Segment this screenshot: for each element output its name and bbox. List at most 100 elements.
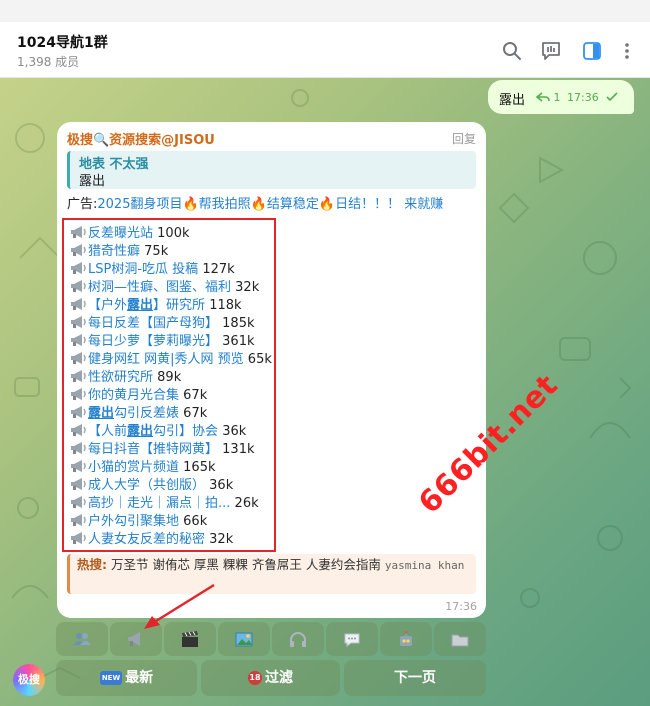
megaphone-icon [71,460,86,472]
megaphone-icon [71,298,86,310]
annotation-arrow-icon [144,583,215,629]
latest-label: 最新 [125,670,154,686]
sender-name[interactable]: 极搜🔍资源搜索@JISOU [67,129,215,148]
outgoing-message[interactable]: 露出 1 17:36 [488,80,634,114]
more-vertical-icon[interactable] [616,40,638,62]
megaphone-icon [71,478,86,490]
keyboard-button-headphones[interactable] [272,622,324,656]
megaphone-icon [71,352,86,364]
hot-terms[interactable]: 万圣节 谢侑芯 厚黑 粿粿 齐鲁屌王 人妻约会指南 [111,557,381,572]
member-count: 1,398 成员 [17,55,80,69]
next-page-button[interactable]: 下一页 [344,660,486,696]
result-item[interactable]: 性欲研究所 89k [70,369,181,387]
reply-quote[interactable]: 地表 不太强 露出 [67,151,476,189]
result-count: 127k [202,262,235,277]
ad-line: 广告:2025翻身项目🔥帮我拍照🔥结算稳定🔥日结！！！ 来就赚 [67,193,443,212]
result-count: 100k [157,226,190,241]
result-item[interactable]: 高抄｜走光｜漏点｜拍... 26k [70,495,259,513]
result-item[interactable]: 【人前露出勾引】协会 36k [70,423,246,441]
read-check-icon [606,92,618,102]
megaphone-icon [71,262,86,274]
result-item[interactable]: 健身网红 网黄|秀人网 预览 65k [70,351,272,369]
chat-header: 1024导航1群 1,398 成员 [0,0,650,78]
result-item[interactable]: 成人大学（共创版） 36k [70,477,233,495]
result-name: 性欲研究所 [88,370,154,385]
result-item[interactable]: 小猫的赏片频道 165k [70,459,216,477]
result-item[interactable]: 露出勾引反差婊 67k [70,405,207,423]
result-item[interactable]: 反差曝光站 100k [70,225,190,243]
result-item[interactable]: 树洞—性癖、图鉴、福利 32k [70,279,259,297]
filter-label: 过滤 [265,670,293,686]
ad-link-4[interactable]: 日结！！！ 来就赚 [335,197,443,212]
result-keyword: 露出 [127,298,154,313]
result-name: 每日抖音【推特网黄】 [88,442,219,457]
result-name: 勾引反差婊 [114,406,180,421]
result-name: 反差曝光站 [88,226,154,241]
result-item[interactable]: 人妻女友反差的秘密 32k [70,531,233,549]
keyboard-button-speech-bubble[interactable] [326,622,378,656]
reply-count: 1 [553,91,561,104]
chat-title[interactable]: 1024导航1群 [17,32,108,52]
result-name: LSP树洞-吃瓜 投稿 [88,262,199,277]
result-count: 131k [222,442,255,457]
result-count: 185k [222,316,255,331]
keyboard-button-robot[interactable] [380,622,432,656]
result-name: 【户外 [88,298,128,313]
result-name: 你的黄月光合集 [88,388,180,403]
result-count: 32k [209,532,234,547]
search-icon[interactable] [501,40,523,62]
result-item[interactable]: 每日少萝【萝莉曝光】 361k [70,333,255,351]
result-keyword: 露出 [127,424,154,439]
keyboard-button-users[interactable] [56,622,108,656]
result-name: 高抄｜走光｜漏点｜拍... [88,496,231,511]
latest-button[interactable]: NEW 最新 [56,660,197,696]
hot-term-mono[interactable]: yasmina khan [385,559,464,572]
result-item[interactable]: 【户外露出】研究所 118k [70,297,242,315]
fire-icon: 🔥 [318,197,336,212]
result-name: 】研究所 [153,298,206,313]
keyboard-button-folder[interactable] [434,622,486,656]
megaphone-icon [71,406,86,418]
megaphone-icon [71,244,86,256]
result-count: 118k [209,298,242,313]
ad-prefix: 广告: [67,197,98,212]
age-18-icon: 18 [248,671,262,685]
poll-icon[interactable] [540,40,562,62]
search-results-list: 反差曝光站 100k 猎奇性癖 75k LSP树洞-吃瓜 投稿 127k 树洞—性癖、… [62,218,276,552]
bot-avatar[interactable]: 极搜 [13,664,45,696]
result-count: 67k [183,406,208,421]
result-name: 【人前 [88,424,128,439]
result-name: 猎奇性癖 [88,244,141,259]
clapper-icon [182,631,198,647]
megaphone-icon [71,388,86,400]
result-item[interactable]: 每日抖音【推特网黄】 131k [70,441,255,459]
sidebar-toggle-icon[interactable] [581,40,603,62]
result-item[interactable]: 你的黄月光合集 67k [70,387,207,405]
megaphone-icon [71,226,86,238]
result-item[interactable]: 猎奇性癖 75k [70,243,168,261]
headphones-icon [290,632,306,647]
ad-link-2[interactable]: 帮我拍照 [199,197,251,212]
megaphone-icon [71,370,86,382]
result-name: 树洞—性癖、图鉴、福利 [88,280,232,295]
megaphone-icon [71,514,86,526]
ad-link-3[interactable]: 结算稳定 [267,197,319,212]
result-item[interactable]: 每日反差【国产母狗】 185k [70,315,255,333]
result-count: 75k [144,244,169,259]
result-name: 成人大学（共创版） [88,478,206,493]
reply-button[interactable]: 回复 [452,130,476,147]
ad-link-1[interactable]: 2025翻身项目 [97,197,182,212]
quote-text: 露出 [79,174,106,189]
filter-button[interactable]: 18 过滤 [201,660,340,696]
keyboard-button-image[interactable] [218,622,270,656]
result-count: 32k [235,280,260,295]
window-top-strip [0,0,650,22]
result-item[interactable]: 户外勾引聚集地 66k [70,513,207,531]
result-name: 每日少萝【萝莉曝光】 [88,334,219,349]
result-item[interactable]: LSP树洞-吃瓜 投稿 127k [70,261,235,279]
fire-icon: 🔥 [182,197,199,212]
result-name: 小猫的赏片频道 [88,460,180,475]
result-count: 26k [234,496,259,511]
robot-icon [400,631,412,646]
megaphone-icon [71,424,86,436]
